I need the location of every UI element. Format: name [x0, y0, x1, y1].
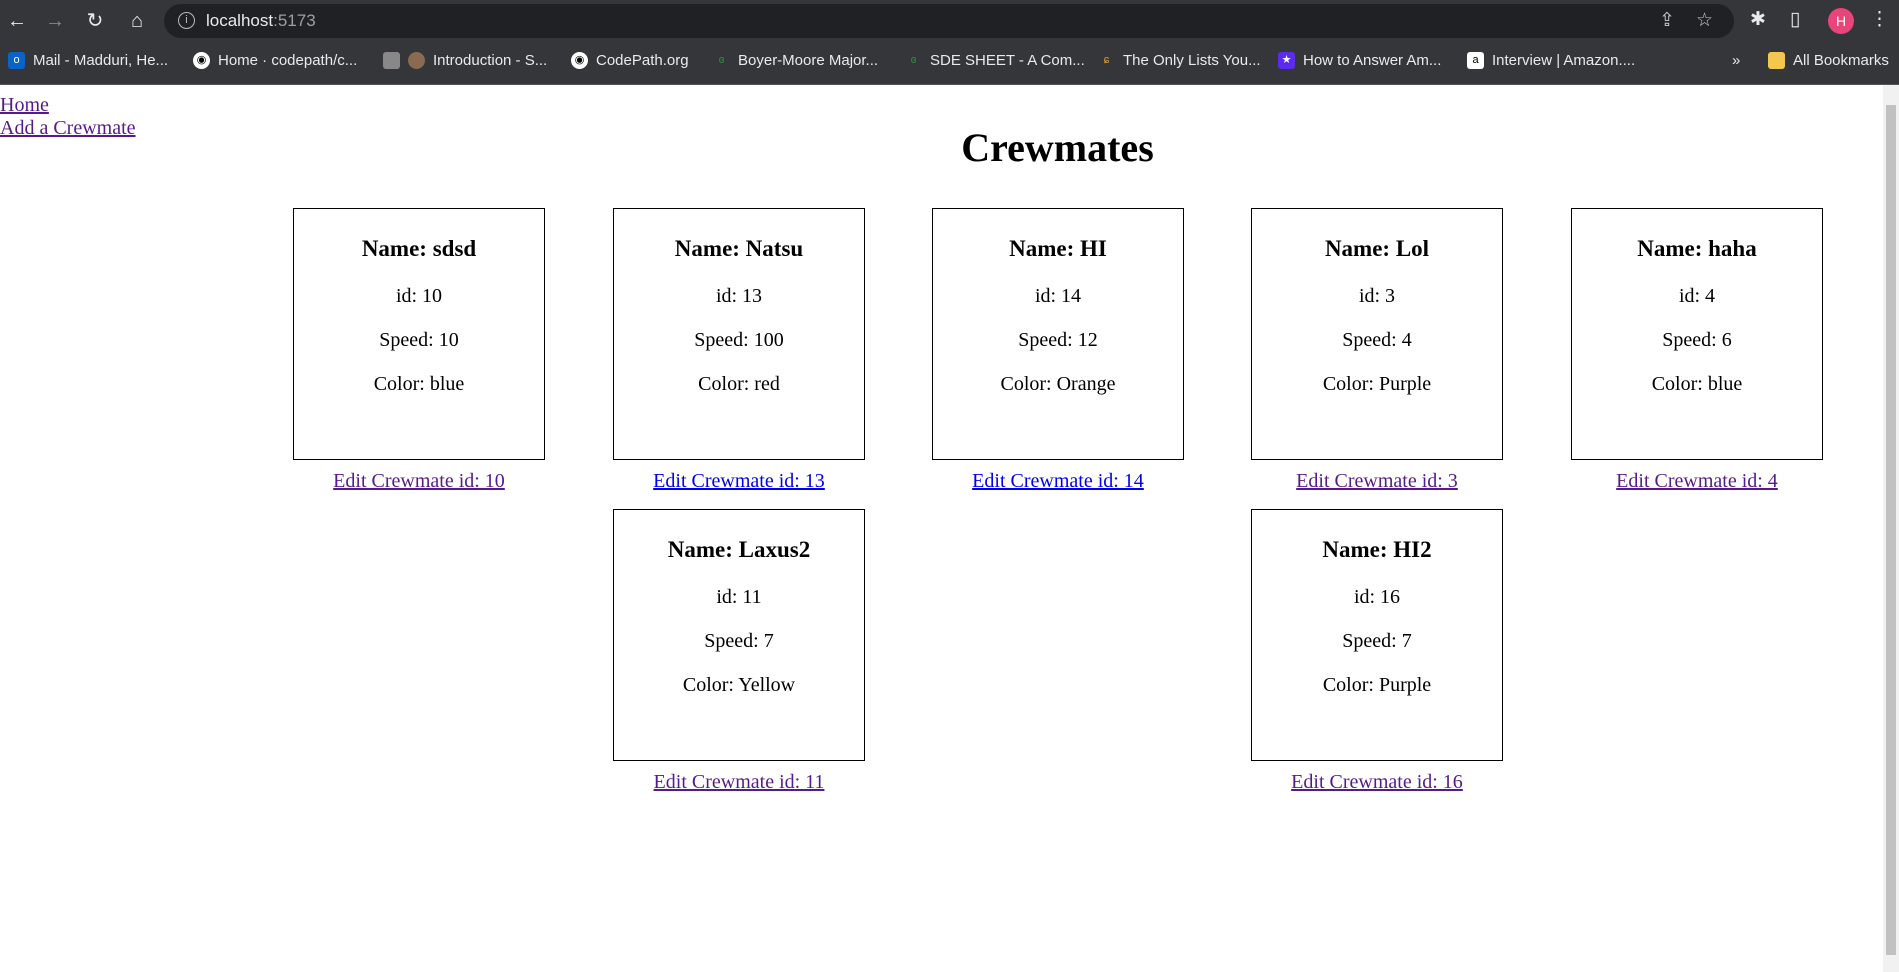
amazon-icon: a [1467, 52, 1484, 69]
page-title: Crewmates [961, 125, 1154, 170]
crewmate-speed: Speed: 4 [1342, 329, 1412, 351]
monitor-icon [383, 52, 400, 69]
back-icon[interactable]: ← [4, 8, 30, 34]
crewmate-color: Color: Purple [1322, 373, 1432, 395]
more-bookmarks-button[interactable]: » [1732, 52, 1740, 69]
outlook-icon: o [8, 52, 25, 69]
add-crewmate-link[interactable]: Add a Crewmate [0, 117, 136, 139]
crewmate-name: Name: sdsd [361, 236, 477, 261]
extensions-icon[interactable]: ✱ [1750, 8, 1766, 31]
browser-toolbar: ← → ↻ ⌂ i localhost:5173 ⇪ ☆ ✱ ▯ H ⋮ [0, 0, 1899, 42]
bookmarks-bar: o Mail - Madduri, He... ◉ Home · codepath/… [0, 42, 1899, 85]
crewmate-card: Name: Laxus2 id: 11 Speed: 7 Color: Yell… [613, 509, 865, 761]
bookmark-label: CodePath.org [596, 52, 689, 69]
crewmate-speed: Speed: 7 [1342, 630, 1412, 652]
home-icon[interactable]: ⌂ [124, 8, 150, 34]
bookmark-label: Mail - Madduri, He... [33, 52, 169, 69]
crewmate-name: Name: HI2 [1322, 537, 1432, 562]
crewmate-id: id: 4 [1678, 285, 1716, 307]
bookmark[interactable]: o Mail - Madduri, He... [8, 52, 168, 69]
bookmark-label: SDE SHEET - A Com... [930, 52, 1085, 69]
crewmate-name: Name: Lol [1324, 236, 1430, 261]
bookmark[interactable]: ◉ CodePath.org [571, 52, 689, 69]
bookmark-label: Interview | Amazon.... [1492, 52, 1636, 69]
bookmark-label: Home · codepath/c... [218, 52, 358, 69]
profile-avatar[interactable]: H [1828, 8, 1854, 34]
bookmark[interactable]: ɕ The Only Lists You... [1098, 52, 1261, 69]
crewmate-name: Name: Natsu [674, 236, 804, 261]
forward-icon[interactable]: → [42, 8, 68, 34]
bookmark-label: Introduction - S... [433, 52, 548, 69]
edit-crewmate-link[interactable]: Edit Crewmate id: 16 [1291, 771, 1463, 793]
crewmate-name: Name: HI [1009, 236, 1107, 261]
bookmark[interactable]: ◉ Home · codepath/c... [193, 52, 357, 69]
hand-icon [408, 52, 425, 69]
crewmate-id: id: 11 [716, 586, 762, 608]
crewmate-id: id: 3 [1358, 285, 1396, 307]
crewmate-card: Name: haha id: 4 Speed: 6 Color: blue [1571, 208, 1823, 460]
bookmark-label: All Bookmarks [1793, 52, 1889, 69]
bookmark-label: How to Answer Am... [1303, 52, 1442, 69]
bookmark[interactable]: ɞ Boyer-Moore Major... [713, 52, 878, 69]
address-bar[interactable]: i localhost:5173 ⇪ ☆ [164, 4, 1734, 38]
edit-crewmate-link[interactable]: Edit Crewmate id: 11 [654, 771, 825, 793]
scrollbar-thumb[interactable] [1886, 105, 1896, 955]
edit-crewmate-link[interactable]: Edit Crewmate id: 10 [333, 470, 505, 492]
crewmate-card: Name: sdsd id: 10 Speed: 10 Color: blue [293, 208, 545, 460]
crewmate-id: id: 10 [395, 285, 443, 307]
github-icon: ◉ [193, 52, 210, 69]
crewmate-name: Name: haha [1637, 236, 1757, 261]
bookmark[interactable]: ɞ SDE SHEET - A Com... [905, 52, 1085, 69]
side-panel-icon[interactable]: ▯ [1790, 8, 1800, 31]
bookmark-label: The Only Lists You... [1123, 52, 1261, 69]
crewmate-card: Name: HI2 id: 16 Speed: 7 Color: Purple [1251, 509, 1503, 761]
crewmate-color: Color: blue [1651, 373, 1743, 395]
crewmate-card: Name: Natsu id: 13 Speed: 100 Color: red [613, 208, 865, 460]
edit-crewmate-link[interactable]: Edit Crewmate id: 13 [653, 470, 825, 492]
star-badge-icon: ★ [1278, 52, 1295, 69]
crewmate-speed: Speed: 100 [694, 329, 784, 351]
share-icon[interactable]: ⇪ [1659, 9, 1675, 32]
menu-icon[interactable]: ⋮ [1870, 8, 1889, 31]
nav-links: Home Add a Crewmate [0, 94, 136, 140]
bookmark[interactable]: Introduction - S... [383, 52, 547, 69]
site-info-icon[interactable]: i [178, 12, 195, 29]
all-bookmarks[interactable]: All Bookmarks [1768, 52, 1889, 69]
crewmate-id: id: 13 [715, 285, 763, 307]
reload-icon[interactable]: ↻ [82, 8, 108, 34]
crewmate-color: Color: Purple [1322, 674, 1432, 696]
edit-crewmate-link[interactable]: Edit Crewmate id: 3 [1296, 470, 1458, 492]
folder-icon [1768, 52, 1785, 69]
bookmark[interactable]: ★ How to Answer Am... [1278, 52, 1441, 69]
home-link[interactable]: Home [0, 94, 49, 116]
lists-icon: ɕ [1103, 54, 1110, 66]
crewmate-id: id: 14 [1034, 285, 1082, 307]
crewmate-color: Color: blue [373, 373, 465, 395]
crewmate-speed: Speed: 12 [1018, 329, 1098, 351]
crewmate-speed: Speed: 7 [704, 630, 774, 652]
gfg-icon: ɞ [910, 54, 917, 66]
browser-chrome: ← → ↻ ⌂ i localhost:5173 ⇪ ☆ ✱ ▯ H ⋮ o Ma… [0, 0, 1899, 85]
crewmate-name: Name: Laxus2 [667, 537, 811, 562]
star-icon[interactable]: ☆ [1696, 9, 1713, 32]
scrollbar[interactable] [1883, 85, 1899, 972]
url-text: localhost:5173 [206, 11, 316, 30]
edit-crewmate-link[interactable]: Edit Crewmate id: 4 [1616, 470, 1778, 492]
bookmark-label: Boyer-Moore Major... [738, 52, 879, 69]
crewmate-speed: Speed: 6 [1662, 329, 1732, 351]
crewmate-id: id: 16 [1353, 586, 1401, 608]
crewmate-color: Color: Orange [1000, 373, 1116, 395]
crewmate-color: Color: Yellow [682, 674, 796, 696]
edit-crewmate-link[interactable]: Edit Crewmate id: 14 [972, 470, 1144, 492]
crewmate-speed: Speed: 10 [379, 329, 459, 351]
crewmate-card: Name: Lol id: 3 Speed: 4 Color: Purple [1251, 208, 1503, 460]
crewmate-card: Name: HI id: 14 Speed: 12 Color: Orange [932, 208, 1184, 460]
github-icon: ◉ [571, 52, 588, 69]
bookmark[interactable]: a Interview | Amazon.... [1467, 52, 1635, 69]
crewmate-color: Color: red [698, 373, 780, 395]
gfg-icon: ɞ [718, 54, 725, 66]
